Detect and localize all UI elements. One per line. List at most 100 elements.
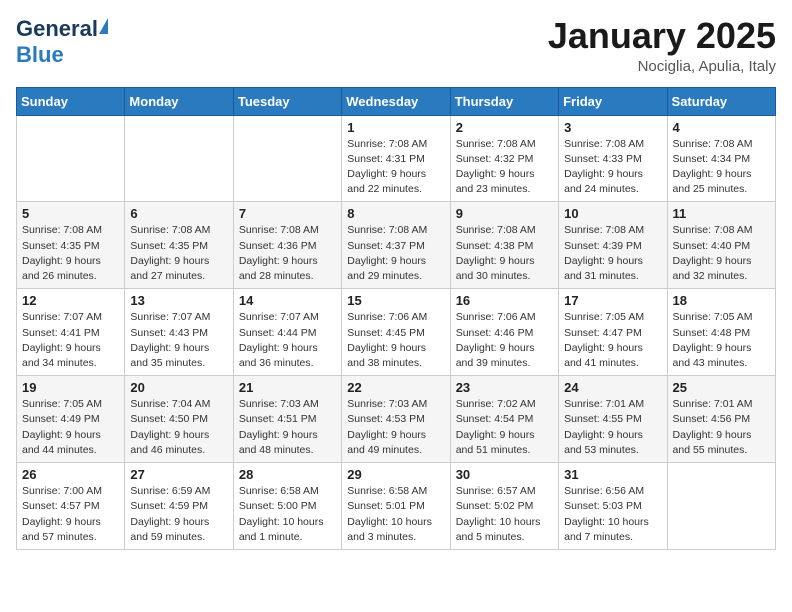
day-number: 4: [673, 120, 770, 135]
calendar-cell: 9Sunrise: 7:08 AM Sunset: 4:38 PM Daylig…: [450, 202, 558, 289]
day-info: Sunrise: 7:08 AM Sunset: 4:32 PM Dayligh…: [456, 137, 553, 198]
calendar-cell: [667, 463, 775, 550]
calendar-cell: 19 Sunrise: 7:05 AM Sunset: 4:49 PM Dayli…: [17, 376, 125, 463]
calendar-header-friday: Friday: [559, 87, 667, 115]
day-info: Sunrise: 7:05 AM Sunset: 4:47 PM Dayligh…: [564, 310, 661, 371]
day-number: 23: [456, 380, 553, 395]
day-number: 13: [130, 293, 227, 308]
day-number: 10: [564, 206, 661, 221]
day-number: 19: [22, 380, 119, 395]
calendar-cell: 2 Sunrise: 7:08 AM Sunset: 4:32 PM Daylig…: [450, 115, 558, 202]
day-number: 21: [239, 380, 336, 395]
day-info: Sunrise: 7:08 AM Sunset: 4:31 PM Dayligh…: [347, 137, 444, 198]
day-info: Sunrise: 6:56 AM Sunset: 5:03 PM Dayligh…: [564, 484, 661, 545]
calendar-header-tuesday: Tuesday: [233, 87, 341, 115]
calendar-cell: 29Sunrise: 6:58 AM Sunset: 5:01 PM Dayli…: [342, 463, 450, 550]
day-number: 26: [22, 467, 119, 482]
calendar-cell: 23 Sunrise: 7:02 AM Sunset: 4:54 PM Dayli…: [450, 376, 558, 463]
calendar-cell: 1 Sunrise: 7:08 AM Sunset: 4:31 PM Daylig…: [342, 115, 450, 202]
day-number: 14: [239, 293, 336, 308]
calendar-cell: 5 Sunrise: 7:08 AM Sunset: 4:35 PM Daylig…: [17, 202, 125, 289]
calendar-cell: 6Sunrise: 7:08 AM Sunset: 4:35 PM Daylig…: [125, 202, 233, 289]
day-number: 7: [239, 206, 336, 221]
day-number: 27: [130, 467, 227, 482]
day-number: 12: [22, 293, 119, 308]
day-number: 6: [130, 206, 227, 221]
calendar-cell: 30 Sunrise: 6:57 AM Sunset: 5:02 PM Dayli…: [450, 463, 558, 550]
day-info: Sunrise: 7:04 AM Sunset: 4:50 PM Dayligh…: [130, 397, 227, 458]
day-info: Sunrise: 7:03 AM Sunset: 4:51 PM Dayligh…: [239, 397, 336, 458]
day-info: Sunrise: 7:08 AM Sunset: 4:36 PM Dayligh…: [239, 223, 336, 284]
calendar-week-row: 19 Sunrise: 7:05 AM Sunset: 4:49 PM Dayli…: [17, 376, 776, 463]
calendar-cell: 7 Sunrise: 7:08 AM Sunset: 4:36 PM Daylig…: [233, 202, 341, 289]
day-number: 24: [564, 380, 661, 395]
day-info: Sunrise: 7:08 AM Sunset: 4:37 PM Dayligh…: [347, 223, 444, 284]
day-number: 30: [456, 467, 553, 482]
calendar-cell: 20 Sunrise: 7:04 AM Sunset: 4:50 PM Dayli…: [125, 376, 233, 463]
day-info: Sunrise: 7:08 AM Sunset: 4:34 PM Dayligh…: [673, 137, 770, 198]
day-number: 5: [22, 206, 119, 221]
calendar-cell: 25Sunrise: 7:01 AM Sunset: 4:56 PM Dayli…: [667, 376, 775, 463]
day-info: Sunrise: 7:08 AM Sunset: 4:39 PM Dayligh…: [564, 223, 661, 284]
day-info: Sunrise: 7:08 AM Sunset: 4:38 PM Dayligh…: [456, 223, 553, 284]
calendar-cell: 31Sunrise: 6:56 AM Sunset: 5:03 PM Dayli…: [559, 463, 667, 550]
day-number: 1: [347, 120, 444, 135]
calendar-week-row: 1 Sunrise: 7:08 AM Sunset: 4:31 PM Daylig…: [17, 115, 776, 202]
calendar-cell: 27 Sunrise: 6:59 AM Sunset: 4:59 PM Dayli…: [125, 463, 233, 550]
logo-general-text: General: [16, 16, 98, 42]
calendar-header-monday: Monday: [125, 87, 233, 115]
calendar-header-sunday: Sunday: [17, 87, 125, 115]
calendar-cell: 4 Sunrise: 7:08 AM Sunset: 4:34 PM Daylig…: [667, 115, 775, 202]
calendar-cell: 3 Sunrise: 7:08 AM Sunset: 4:33 PM Daylig…: [559, 115, 667, 202]
calendar-cell: 8 Sunrise: 7:08 AM Sunset: 4:37 PM Daylig…: [342, 202, 450, 289]
calendar-header-saturday: Saturday: [667, 87, 775, 115]
day-number: 17: [564, 293, 661, 308]
day-number: 28: [239, 467, 336, 482]
calendar-cell: 13 Sunrise: 7:07 AM Sunset: 4:43 PM Dayli…: [125, 289, 233, 376]
day-info: Sunrise: 7:05 AM Sunset: 4:49 PM Dayligh…: [22, 397, 119, 458]
calendar-cell: 17 Sunrise: 7:05 AM Sunset: 4:47 PM Dayli…: [559, 289, 667, 376]
calendar-cell: [233, 115, 341, 202]
day-info: Sunrise: 7:08 AM Sunset: 4:35 PM Dayligh…: [22, 223, 119, 284]
calendar-cell: 14 Sunrise: 7:07 AM Sunset: 4:44 PM Dayli…: [233, 289, 341, 376]
day-info: Sunrise: 7:03 AM Sunset: 4:53 PM Dayligh…: [347, 397, 444, 458]
day-info: Sunrise: 6:59 AM Sunset: 4:59 PM Dayligh…: [130, 484, 227, 545]
day-info: Sunrise: 6:57 AM Sunset: 5:02 PM Dayligh…: [456, 484, 553, 545]
day-info: Sunrise: 7:02 AM Sunset: 4:54 PM Dayligh…: [456, 397, 553, 458]
month-title: January 2025: [548, 16, 776, 56]
day-info: Sunrise: 7:08 AM Sunset: 4:33 PM Dayligh…: [564, 137, 661, 198]
day-number: 20: [130, 380, 227, 395]
calendar-cell: [125, 115, 233, 202]
calendar-cell: 11Sunrise: 7:08 AM Sunset: 4:40 PM Dayli…: [667, 202, 775, 289]
calendar-cell: 10 Sunrise: 7:08 AM Sunset: 4:39 PM Dayli…: [559, 202, 667, 289]
calendar-cell: 15Sunrise: 7:06 AM Sunset: 4:45 PM Dayli…: [342, 289, 450, 376]
calendar-cell: 21 Sunrise: 7:03 AM Sunset: 4:51 PM Dayli…: [233, 376, 341, 463]
calendar-cell: 26Sunrise: 7:00 AM Sunset: 4:57 PM Dayli…: [17, 463, 125, 550]
logo-triangle-icon: [99, 18, 108, 34]
location-text: Nociglia, Apulia, Italy: [548, 58, 776, 75]
page-header: General Blue January 2025 Nociglia, Apul…: [16, 16, 776, 75]
logo: General Blue: [16, 16, 108, 68]
logo-blue-text: Blue: [16, 42, 64, 67]
calendar-header-row: SundayMondayTuesdayWednesdayThursdayFrid…: [17, 87, 776, 115]
day-info: Sunrise: 6:58 AM Sunset: 5:01 PM Dayligh…: [347, 484, 444, 545]
calendar-cell: 28Sunrise: 6:58 AM Sunset: 5:00 PM Dayli…: [233, 463, 341, 550]
calendar-cell: [17, 115, 125, 202]
calendar-cell: 22 Sunrise: 7:03 AM Sunset: 4:53 PM Dayli…: [342, 376, 450, 463]
title-block: January 2025 Nociglia, Apulia, Italy: [548, 16, 776, 75]
day-info: Sunrise: 7:06 AM Sunset: 4:46 PM Dayligh…: [456, 310, 553, 371]
day-number: 16: [456, 293, 553, 308]
day-info: Sunrise: 7:08 AM Sunset: 4:40 PM Dayligh…: [673, 223, 770, 284]
day-number: 18: [673, 293, 770, 308]
day-info: Sunrise: 7:07 AM Sunset: 4:44 PM Dayligh…: [239, 310, 336, 371]
day-info: Sunrise: 7:07 AM Sunset: 4:43 PM Dayligh…: [130, 310, 227, 371]
calendar-cell: 16 Sunrise: 7:06 AM Sunset: 4:46 PM Dayli…: [450, 289, 558, 376]
day-info: Sunrise: 7:05 AM Sunset: 4:48 PM Dayligh…: [673, 310, 770, 371]
day-number: 8: [347, 206, 444, 221]
calendar-cell: 18 Sunrise: 7:05 AM Sunset: 4:48 PM Dayli…: [667, 289, 775, 376]
day-info: Sunrise: 7:06 AM Sunset: 4:45 PM Dayligh…: [347, 310, 444, 371]
calendar-header-thursday: Thursday: [450, 87, 558, 115]
day-number: 2: [456, 120, 553, 135]
day-number: 3: [564, 120, 661, 135]
day-number: 22: [347, 380, 444, 395]
